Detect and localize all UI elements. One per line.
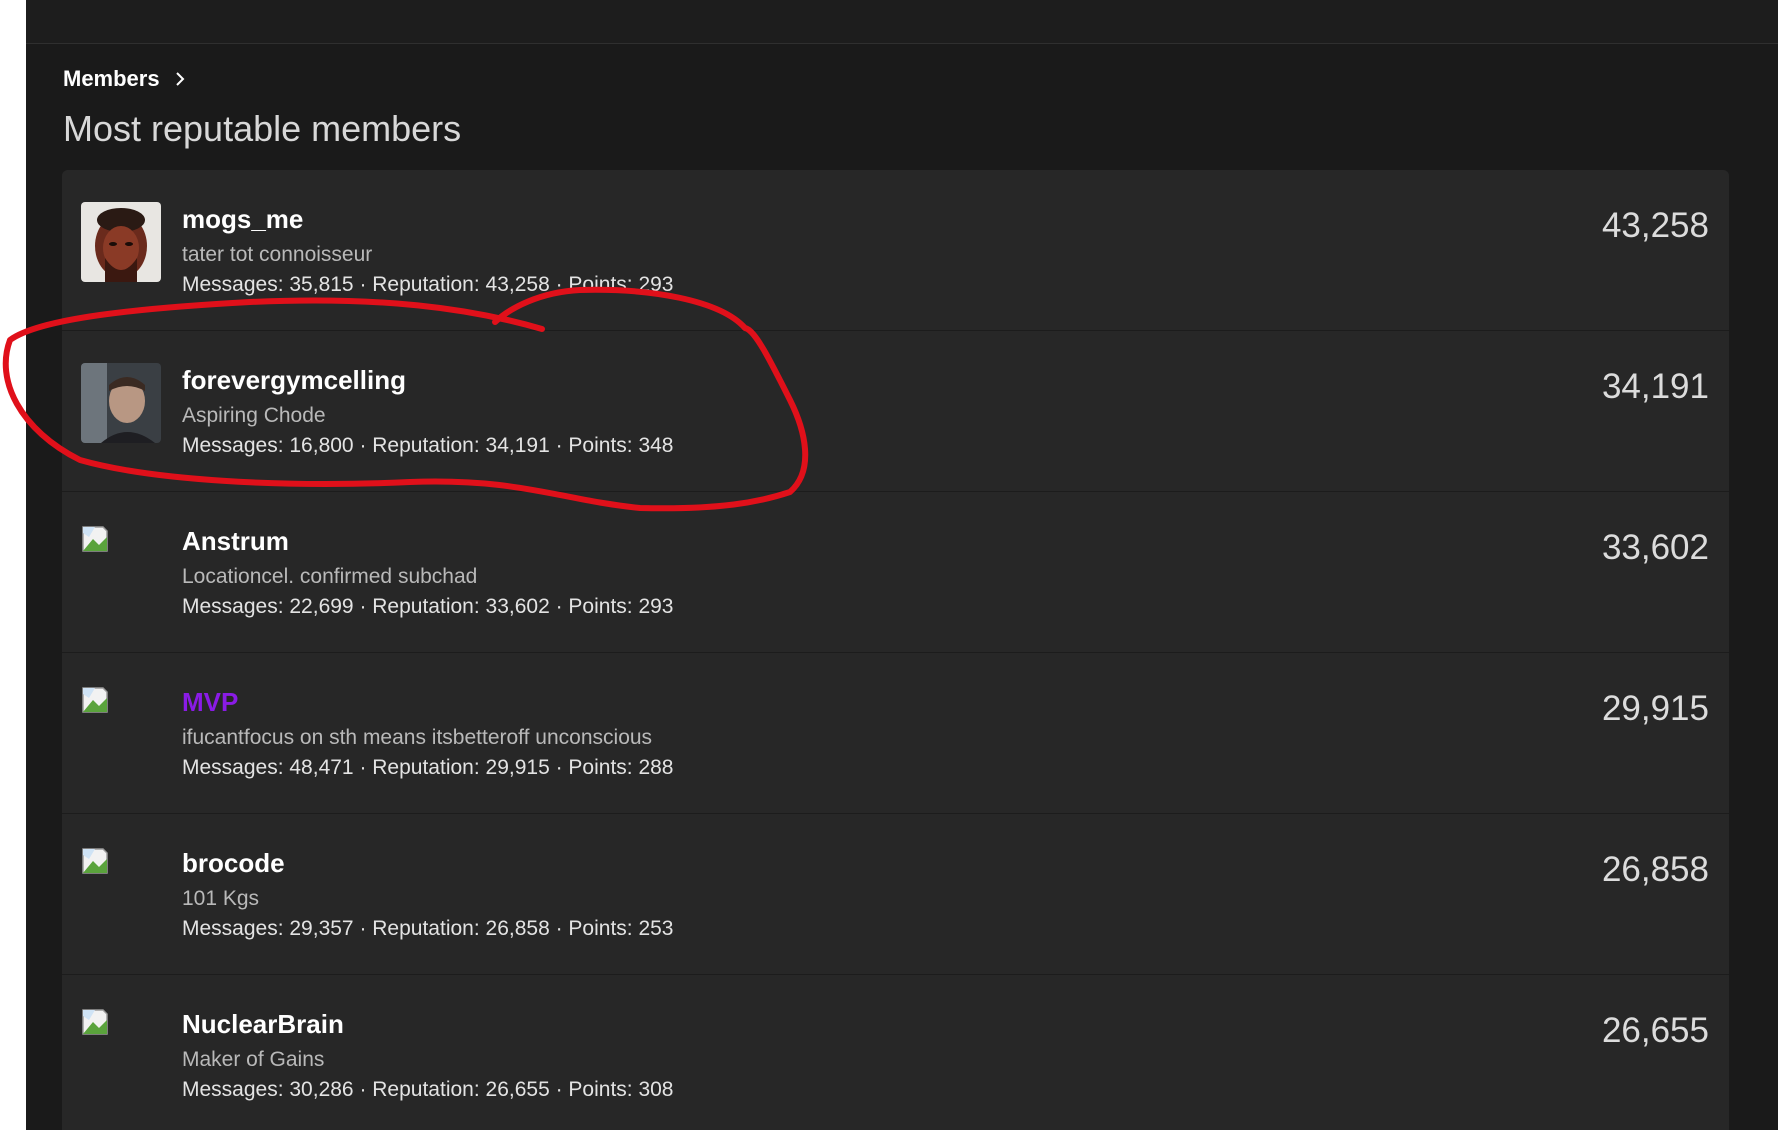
member-avatar[interactable] [81,202,161,282]
member-title: Locationcel. confirmed subchad [182,565,478,588]
app-window: Members Most reputable members mogs_me t… [26,0,1778,1130]
member-reputation-score: 26,858 [1601,850,1709,889]
broken-image-icon[interactable] [81,847,109,875]
member-list: mogs_me tater tot connoisseur Messages: … [62,170,1729,1130]
member-title: ifucantfocus on sth means itsbetteroff u… [182,726,653,749]
member-title: Maker of Gains [182,1048,325,1071]
member-stats: Messages: 48,471 · Reputation: 29,915 · … [182,756,674,779]
member-title: tater tot connoisseur [182,243,373,266]
breadcrumb-members-link[interactable]: Members [63,66,160,92]
member-row: MVP ifucantfocus on sth means itsbettero… [62,653,1729,814]
top-navigation-bar [26,0,1778,44]
member-name[interactable]: Anstrum [182,526,289,557]
page-title: Most reputable members [63,108,462,149]
broken-image-icon[interactable] [81,1008,109,1036]
member-reputation-score: 34,191 [1601,367,1709,406]
member-row: brocode 101 Kgs Messages: 29,357 · Reput… [62,814,1729,975]
member-stats: Messages: 29,357 · Reputation: 26,858 · … [182,917,674,940]
member-row: mogs_me tater tot connoisseur Messages: … [62,170,1729,331]
member-stats: Messages: 22,699 · Reputation: 33,602 · … [182,595,674,618]
member-reputation-score: 29,915 [1601,689,1709,728]
member-title: Aspiring Chode [182,404,326,427]
member-stats: Messages: 30,286 · Reputation: 26,655 · … [182,1078,674,1101]
member-row: NuclearBrain Maker of Gains Messages: 30… [62,975,1729,1130]
breadcrumb: Members [63,66,190,92]
member-avatar[interactable] [81,363,161,443]
member-stats: Messages: 16,800 · Reputation: 34,191 · … [182,434,674,457]
member-reputation-score: 26,655 [1601,1011,1709,1050]
chevron-right-icon [175,72,185,86]
broken-image-icon[interactable] [81,686,109,714]
member-reputation-score: 43,258 [1601,206,1709,245]
member-name[interactable]: MVP [182,687,238,718]
broken-image-icon[interactable] [81,525,109,553]
member-name[interactable]: brocode [182,848,285,879]
member-title: 101 Kgs [182,887,260,910]
member-name[interactable]: mogs_me [182,204,303,235]
member-row: forevergymcelling Aspiring Chode Message… [62,331,1729,492]
member-reputation-score: 33,602 [1601,528,1709,567]
member-stats: Messages: 35,815 · Reputation: 43,258 · … [182,273,674,296]
member-row: Anstrum Locationcel. confirmed subchad M… [62,492,1729,653]
member-name[interactable]: NuclearBrain [182,1009,344,1040]
member-name[interactable]: forevergymcelling [182,365,406,396]
